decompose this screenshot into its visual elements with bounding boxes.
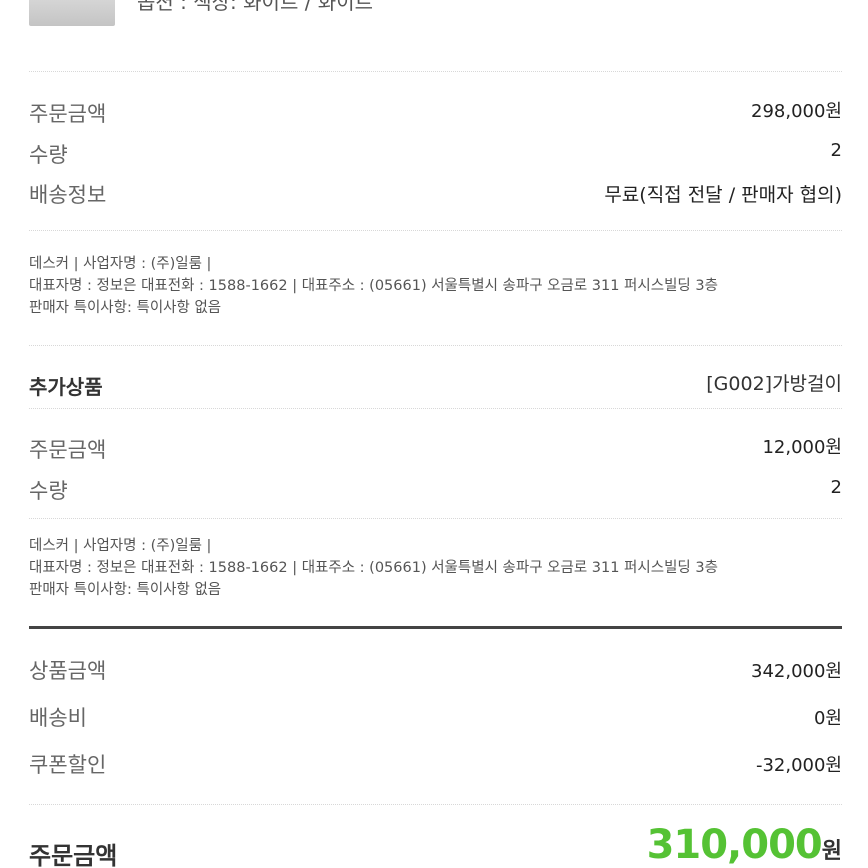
seller-info-block: 데스커 | 사업자명 : (주)일룸 | 대표자명 : 정보은 대표전화 : 1… [29, 535, 718, 601]
addon-order-amount-label: 주문금액 [29, 438, 107, 462]
divider [29, 71, 842, 72]
total-order-amount-label: 주문금액 [29, 842, 118, 868]
divider [29, 408, 842, 409]
product-option-text: 옵션 : 색상: 화이트 / 화이트 [137, 0, 374, 14]
addon-order-amount-value: 12,000원 [762, 437, 842, 458]
product-amount-label: 상품금액 [29, 659, 107, 683]
total-amount-number: 310,000 [646, 822, 823, 868]
order-amount-value: 298,000원 [751, 101, 842, 122]
summary-divider [29, 626, 842, 629]
addon-quantity-value: 2 [830, 477, 842, 498]
order-amount-label: 주문금액 [29, 102, 107, 126]
coupon-discount-label: 쿠폰할인 [29, 753, 107, 777]
quantity-value: 2 [830, 140, 842, 161]
seller-info-line: 대표자명 : 정보은 대표전화 : 1588-1662 | 대표주소 : (05… [29, 560, 718, 576]
total-order-amount-value: 310,000원 [647, 822, 842, 868]
shipping-fee-value: 0원 [813, 708, 842, 729]
coupon-discount-value: -32,000원 [755, 755, 842, 776]
product-amount-value: 342,000원 [751, 661, 842, 682]
seller-info-block: 데스커 | 사업자명 : (주)일룸 | 대표자명 : 정보은 대표전화 : 1… [29, 253, 718, 319]
divider [29, 804, 842, 805]
seller-info-line: 판매자 특이사항: 특이사항 없음 [29, 582, 222, 598]
shipping-info-label: 배송정보 [29, 183, 107, 207]
addon-quantity-label: 수량 [29, 479, 68, 503]
product-thumbnail [29, 0, 115, 26]
shipping-info-value: 무료(직접 전달 / 판매자 협의) [604, 184, 842, 206]
total-amount-unit: 원 [821, 839, 842, 864]
addon-product-name: [G002]가방걸이 [706, 373, 842, 395]
quantity-label: 수량 [29, 143, 68, 167]
divider [29, 230, 842, 231]
seller-info-line: 판매자 특이사항: 특이사항 없음 [29, 300, 222, 316]
seller-info-line: 데스커 | 사업자명 : (주)일룸 | [29, 538, 212, 554]
seller-info-line: 대표자명 : 정보은 대표전화 : 1588-1662 | 대표주소 : (05… [29, 278, 718, 294]
divider [29, 345, 842, 346]
seller-info-line: 데스커 | 사업자명 : (주)일룸 | [29, 256, 212, 272]
shipping-fee-label: 배송비 [29, 706, 87, 730]
addon-section-title: 추가상품 [29, 375, 103, 399]
divider [29, 518, 842, 519]
